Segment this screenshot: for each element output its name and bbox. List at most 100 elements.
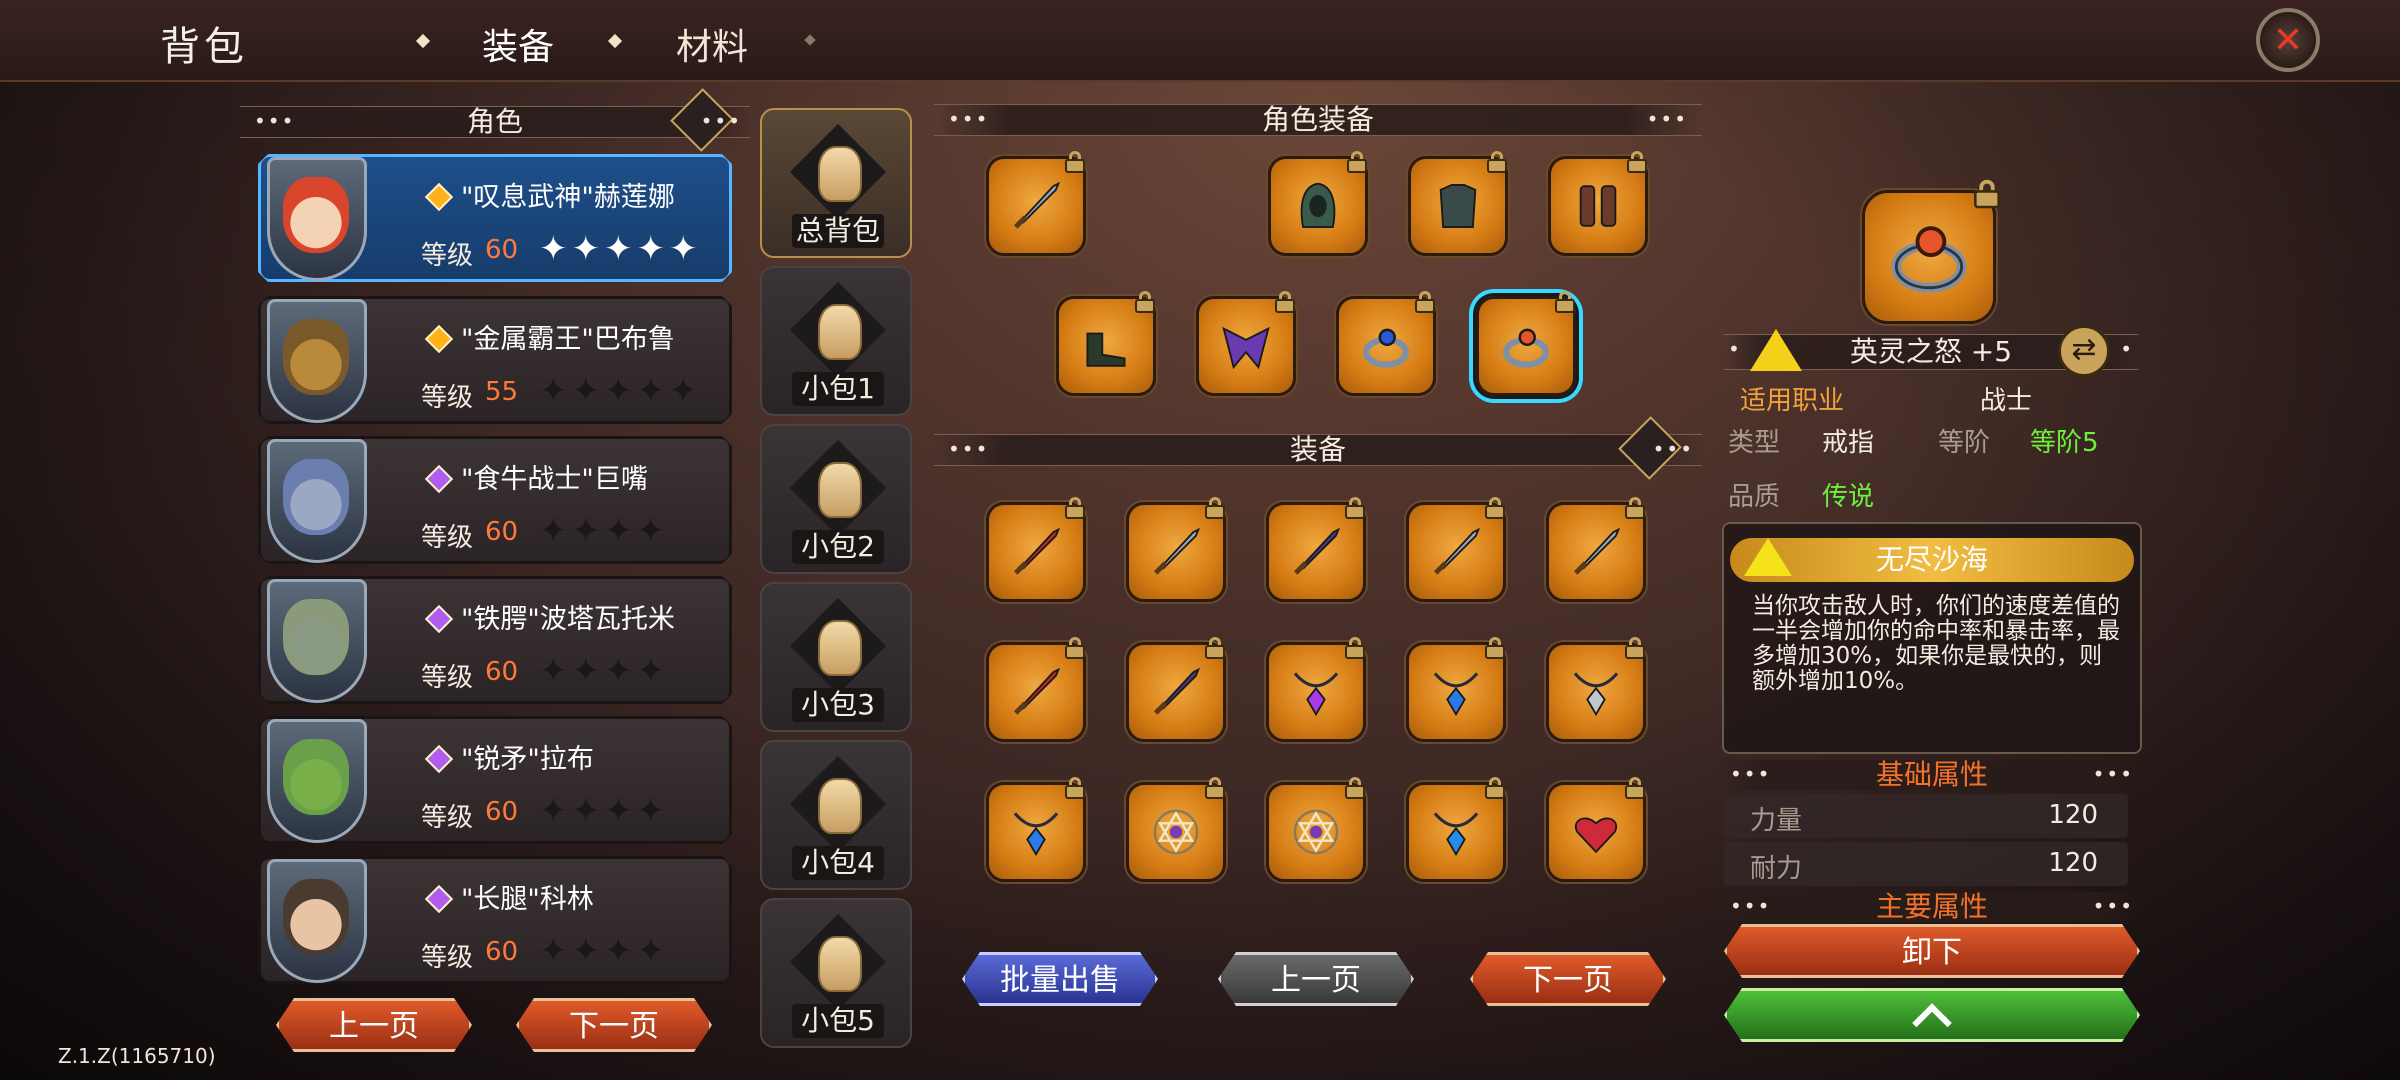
star-rating: ✦✦✦✦ — [539, 931, 669, 971]
bulk-sell-button[interactable]: 批量出售 — [962, 952, 1158, 1006]
bag-small-3[interactable]: 小包3 — [760, 582, 912, 732]
character-card[interactable]: "金属霸王"巴布鲁 等级 55 ✦✦✦✦✦ — [258, 296, 732, 424]
inventory-slot[interactable] — [986, 497, 1086, 602]
inventory-slot[interactable] — [1406, 637, 1506, 742]
purple-amulet-icon — [1293, 672, 1339, 717]
equipped-slot[interactable] — [1548, 151, 1648, 256]
character-card[interactable]: "叹息武神"赫莲娜 等级 60 ✦✦✦✦✦ — [258, 154, 732, 282]
lock-icon — [1555, 291, 1575, 313]
inventory-next-page-button[interactable]: 下一页 — [1470, 952, 1666, 1006]
lock-icon — [1485, 777, 1505, 799]
star-filled-icon: ✦ — [539, 229, 572, 269]
longsword-icon — [1573, 527, 1621, 575]
equipped-header: ••• 角色装备 ••• — [934, 104, 1702, 136]
page-title: 背包 — [160, 24, 248, 70]
blue-pendant-icon — [1013, 812, 1059, 857]
tab-materials[interactable]: 材料 — [676, 18, 748, 70]
inventory-slot[interactable] — [1126, 777, 1226, 882]
heart-amulet-icon — [1574, 817, 1618, 854]
inventory-slot[interactable] — [1266, 497, 1366, 602]
lock-icon — [1485, 497, 1505, 519]
close-button[interactable]: ✕ — [2256, 8, 2320, 72]
inventory-slot[interactable] — [1546, 637, 1646, 742]
lock-icon — [1205, 497, 1225, 519]
red-ring-icon — [1891, 226, 1967, 293]
bag-small-4[interactable]: 小包4 — [760, 740, 912, 890]
rarity-diamond-icon — [425, 183, 453, 211]
dark-sword-icon — [1293, 527, 1341, 575]
legendary-triangle-icon — [1744, 538, 1792, 576]
character-portrait — [257, 293, 377, 429]
rarity-diamond-icon — [425, 605, 453, 633]
characters-prev-page-button[interactable]: 上一页 — [276, 998, 472, 1052]
bag-small-2[interactable]: 小包2 — [760, 424, 912, 574]
stat-label: 耐力 — [1750, 854, 1803, 884]
character-card[interactable]: "锐矛"拉布 等级 60 ✦✦✦✦ — [258, 716, 732, 844]
equipped-slot[interactable] — [1476, 291, 1576, 396]
hood-icon — [1300, 182, 1336, 229]
set-description-box: 无尽沙海 当你攻击敌人时，你们的速度差值的一半会增加你的命中率和暴击率，最多增加… — [1722, 522, 2142, 754]
star-filled-icon: ✦ — [571, 229, 604, 269]
lock-icon — [1065, 497, 1085, 519]
unequip-button[interactable]: 卸下 — [1724, 924, 2140, 978]
cape-icon — [1222, 326, 1270, 370]
tab-divider-icon — [607, 33, 623, 49]
star-empty-icon: ✦ — [539, 791, 572, 831]
bag-small-1[interactable]: 小包1 — [760, 266, 912, 416]
compare-swap-icon[interactable]: ⇄ — [2058, 325, 2110, 377]
item-name: 英灵之怒 +5 — [1849, 335, 2013, 368]
inventory-slot[interactable] — [986, 777, 1086, 882]
inventory-slot[interactable] — [1266, 777, 1366, 882]
lock-icon — [1135, 291, 1155, 313]
star-rating: ✦✦✦✦ — [539, 511, 669, 551]
level-label: 等级 — [421, 803, 474, 833]
character-name: "长腿"科林 — [461, 884, 594, 915]
character-card[interactable]: "铁腭"波塔瓦托米 等级 60 ✦✦✦✦ — [258, 576, 732, 704]
backpack-icon — [789, 439, 887, 537]
star-empty-icon: ✦ — [604, 511, 637, 551]
inventory-slot[interactable] — [1546, 777, 1646, 882]
chest-armor-icon — [1439, 183, 1477, 229]
lock-icon — [1345, 777, 1365, 799]
inventory-slot[interactable] — [1266, 637, 1366, 742]
blue-ring-icon — [1363, 328, 1409, 368]
selected-item-preview — [1862, 179, 2000, 324]
inventory-prev-page-button[interactable]: 上一页 — [1218, 952, 1414, 1006]
inventory-slot[interactable] — [1546, 497, 1646, 602]
equipped-slot[interactable] — [1268, 151, 1368, 256]
inventory-slot[interactable] — [1406, 777, 1506, 882]
lock-icon — [1627, 151, 1647, 173]
character-card[interactable]: "食牛战士"巨嘴 等级 60 ✦✦✦✦ — [258, 436, 732, 564]
tab-equipment[interactable]: 装备 — [438, 0, 598, 80]
star-empty-icon: ✦ — [604, 931, 637, 971]
dark-necklace-icon — [1573, 672, 1619, 717]
equipped-slot[interactable] — [1336, 291, 1436, 396]
star-empty-icon: ✦ — [571, 511, 604, 551]
star-empty-icon: ✦ — [571, 791, 604, 831]
character-card[interactable]: "长腿"科林 等级 60 ✦✦✦✦ — [258, 856, 732, 984]
inventory-slot[interactable] — [986, 637, 1086, 742]
star-empty-icon: ✦ — [636, 791, 669, 831]
character-portrait — [257, 573, 377, 709]
equipped-slot[interactable] — [1056, 291, 1156, 396]
tab-divider-icon — [415, 33, 431, 49]
upgrade-button[interactable] — [1724, 988, 2140, 1042]
inventory-slot[interactable] — [1126, 497, 1226, 602]
inventory-header: ••• 装备 ••• — [934, 416, 1702, 480]
bag-all[interactable]: 总背包 — [760, 108, 912, 258]
bag-small-5[interactable]: 小包5 — [760, 898, 912, 1048]
inventory-slot[interactable] — [1126, 637, 1226, 742]
level-label: 等级 — [421, 523, 474, 553]
equipped-slot[interactable] — [1196, 291, 1296, 396]
inventory-slot[interactable] — [1406, 497, 1506, 602]
chevron-up-icon — [1912, 1003, 1952, 1043]
star-empty-icon: ✦ — [604, 651, 637, 691]
star-empty-icon: ✦ — [604, 371, 637, 411]
lock-icon — [1065, 151, 1085, 173]
equipped-slot[interactable] — [1408, 151, 1508, 256]
level-value: 60 — [485, 517, 519, 547]
characters-next-page-button[interactable]: 下一页 — [516, 998, 712, 1052]
tab-divider-icon — [804, 34, 816, 46]
equipped-slot[interactable] — [986, 151, 1086, 256]
stat-row-stamina: 耐力 120 — [1724, 842, 2128, 886]
